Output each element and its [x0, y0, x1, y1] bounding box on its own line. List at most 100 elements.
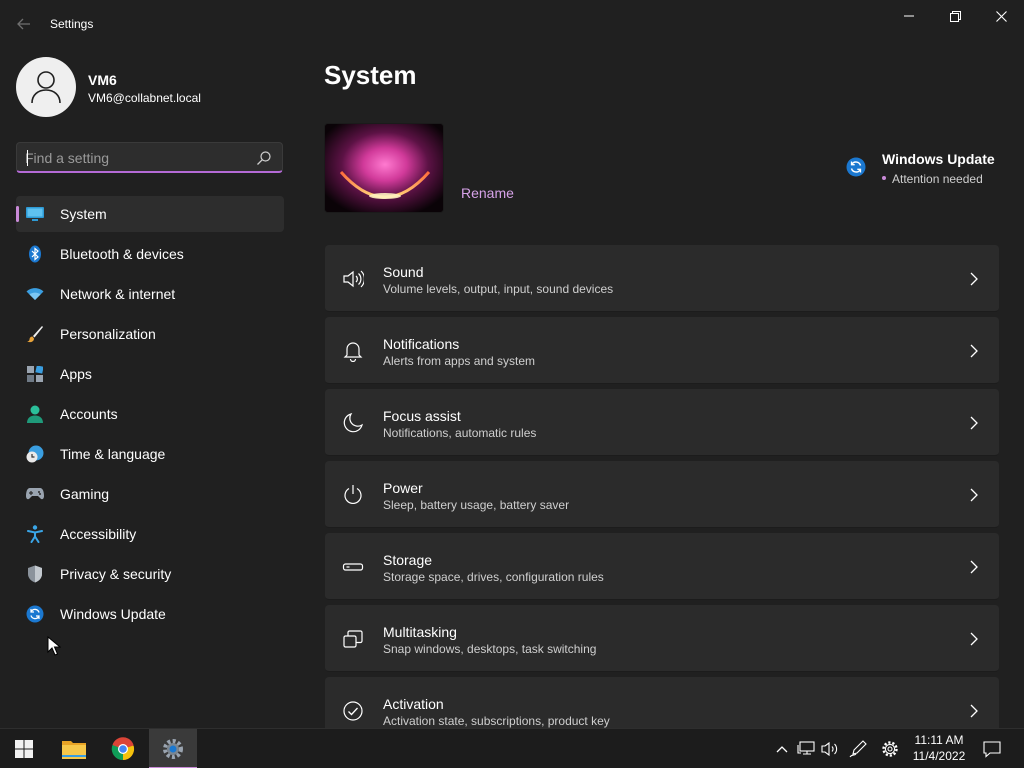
desktop-wallpaper-thumbnail [324, 123, 444, 213]
chevron-right-icon [970, 272, 978, 286]
card-description: Activation state, subscriptions, product… [383, 714, 610, 728]
moon-icon [343, 413, 363, 433]
settings-card-storage[interactable]: Storage Storage space, drives, configura… [325, 533, 999, 600]
sidebar-item-time-language[interactable]: Time & language [16, 436, 284, 472]
settings-tray-button[interactable] [880, 739, 900, 759]
accessibility-icon [26, 525, 44, 543]
sidebar-item-accessibility[interactable]: Accessibility [16, 516, 284, 552]
sidebar-item-label: Accounts [60, 406, 118, 422]
sidebar-item-apps[interactable]: Apps [16, 356, 284, 392]
network-tray-button[interactable] [796, 739, 816, 759]
windows-update-title: Windows Update [882, 151, 995, 167]
back-arrow-icon [17, 18, 30, 30]
back-button[interactable] [12, 12, 36, 36]
search-box[interactable] [16, 142, 283, 173]
chevron-right-icon [970, 416, 978, 430]
file-explorer-button[interactable] [50, 729, 98, 768]
settings-card-focus-assist[interactable]: Focus assist Notifications, automatic ru… [325, 389, 999, 456]
accounts-icon [26, 405, 44, 423]
sidebar-item-network[interactable]: Network & internet [16, 276, 284, 312]
card-title: Multitasking [383, 624, 457, 640]
pen-icon [849, 740, 867, 758]
wifi-icon [26, 285, 44, 303]
sidebar-item-windows-update[interactable]: Windows Update [16, 596, 284, 632]
show-hidden-icons-button[interactable] [772, 739, 792, 759]
card-title: Storage [383, 552, 433, 568]
settings-taskbar-button[interactable] [149, 729, 197, 768]
notification-center-button[interactable] [982, 739, 1002, 759]
chevron-right-icon [970, 560, 978, 574]
attention-dot [882, 175, 886, 180]
clock-globe-icon [26, 445, 44, 463]
sidebar-nav: System Bluetooth & devices Network & int… [16, 196, 284, 636]
sidebar-item-privacy-security[interactable]: Privacy & security [16, 556, 284, 592]
clock-time: 11:11 AM [914, 733, 964, 747]
sidebar-item-label: Bluetooth & devices [60, 246, 184, 262]
search-icon[interactable] [256, 150, 272, 166]
start-icon [15, 740, 33, 758]
chrome-icon [111, 737, 135, 761]
speaker-icon [343, 270, 364, 288]
file-explorer-icon [62, 741, 86, 759]
search-input[interactable] [25, 148, 245, 168]
power-icon [344, 485, 362, 505]
sidebar-item-label: System [60, 206, 107, 222]
settings-card-activation[interactable]: Activation Activation state, subscriptio… [325, 677, 999, 728]
settings-card-power[interactable]: Power Sleep, battery usage, battery save… [325, 461, 999, 528]
sidebar-item-personalization[interactable]: Personalization [16, 316, 284, 352]
brush-icon [26, 325, 44, 343]
minimize-button[interactable] [886, 0, 932, 32]
sidebar-item-gaming[interactable]: Gaming [16, 476, 284, 512]
card-description: Storage space, drives, configuration rul… [383, 570, 604, 584]
sidebar-item-label: Windows Update [60, 606, 166, 622]
network-icon [797, 741, 815, 755]
chevron-right-icon [970, 704, 978, 718]
mouse-cursor-icon [47, 636, 61, 656]
gamepad-icon [26, 485, 44, 503]
sidebar-item-bluetooth[interactable]: Bluetooth & devices [16, 236, 284, 272]
sidebar-item-accounts[interactable]: Accounts [16, 396, 284, 432]
chrome-button[interactable] [99, 729, 147, 768]
title-bar: Settings [0, 0, 1024, 48]
sidebar-item-label: Gaming [60, 486, 110, 502]
apps-icon [26, 365, 44, 383]
bluetooth-icon [26, 245, 44, 263]
sidebar-item-label: Accessibility [60, 526, 137, 542]
sidebar-item-system[interactable]: System [16, 196, 284, 232]
card-description: Notifications, automatic rules [383, 426, 537, 440]
attention-label: Attention needed [892, 172, 983, 186]
shield-icon [26, 565, 44, 583]
volume-tray-button[interactable] [820, 739, 840, 759]
card-title: Focus assist [383, 408, 461, 424]
clock-date: 11/4/2022 [912, 749, 966, 763]
sidebar-item-label: Time & language [60, 446, 166, 462]
card-title: Notifications [383, 336, 460, 352]
volume-icon [821, 741, 838, 757]
taskbar: 11:11 AM 11/4/2022 [0, 728, 1024, 768]
chevron-right-icon [970, 632, 978, 646]
user-name: VM6 [88, 72, 117, 88]
settings-card-sound[interactable]: Sound Volume levels, output, input, soun… [325, 245, 999, 312]
chevron-right-icon [970, 344, 978, 358]
close-button[interactable] [978, 0, 1024, 32]
rename-link[interactable]: Rename [461, 185, 514, 201]
restore-button[interactable] [932, 0, 978, 32]
pen-tray-button[interactable] [848, 739, 868, 759]
taskbar-clock[interactable]: 11:11 AM 11/4/2022 [908, 732, 970, 764]
settings-card-notifications[interactable]: Notifications Alerts from apps and syste… [325, 317, 999, 384]
notification-icon [983, 741, 1001, 758]
start-button[interactable] [0, 729, 48, 768]
card-description: Sleep, battery usage, battery saver [383, 498, 570, 512]
sidebar-item-label: Privacy & security [60, 566, 172, 582]
settings-card-multitasking[interactable]: Multitasking Snap windows, desktops, tas… [325, 605, 999, 672]
restore-icon [949, 10, 961, 22]
windows-update-status[interactable]: Windows Update Attention needed [844, 148, 1024, 194]
card-description: Alerts from apps and system [383, 354, 536, 368]
card-title: Sound [383, 264, 424, 280]
user-profile[interactable]: VM6 VM6@collabnet.local [16, 57, 296, 117]
page-title: System [324, 60, 417, 90]
bell-icon [343, 342, 363, 362]
avatar[interactable] [16, 57, 76, 117]
chevron-right-icon [970, 488, 978, 502]
windows-update-status-text: Attention needed [882, 172, 983, 186]
